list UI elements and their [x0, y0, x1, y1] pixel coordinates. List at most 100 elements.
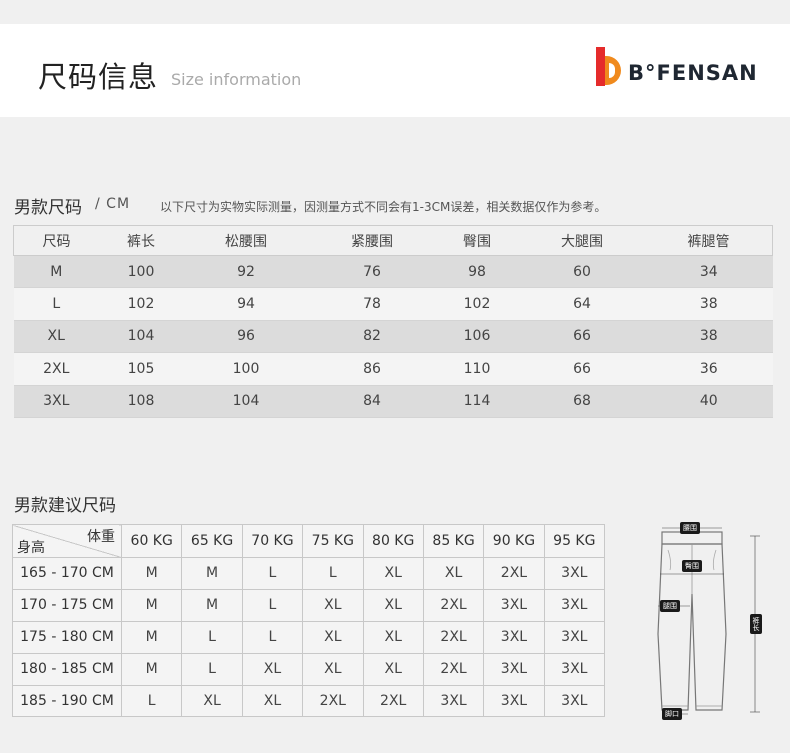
table-cell: 78	[309, 287, 435, 321]
table-cell: M	[120, 620, 183, 654]
table-cell: M	[120, 652, 183, 686]
table-cell: 60	[519, 255, 645, 289]
table-cell: 38	[645, 287, 773, 321]
table-cell: L	[302, 557, 364, 590]
table-cell: M	[120, 557, 183, 590]
table-cell: 2XL	[13, 352, 99, 386]
weight-header: 95 KG	[543, 524, 606, 558]
table-cell: 94	[183, 287, 309, 321]
table-cell: 3XL	[483, 684, 545, 718]
recommend-table: 体重 身高 60 KG 65 KG 70 KG 75 KG 80 KG 85 K…	[12, 524, 606, 718]
table-cell: 110	[435, 352, 519, 386]
table-cell: 3XL	[543, 684, 606, 718]
header-bar: 尺码信息 Size information B°FENSAN	[0, 24, 790, 117]
col-header: 大腿围	[519, 225, 645, 256]
table-row: M 100 92 76 98 60 34	[13, 255, 773, 289]
weight-header: 90 KG	[483, 524, 545, 558]
table-cell: 36	[645, 352, 773, 386]
table-row: 3XL 108 104 84 114 68 40	[13, 385, 773, 418]
table-cell: 3XL	[483, 620, 545, 654]
table-cell: 104	[183, 385, 309, 418]
table-cell: 2XL	[483, 557, 545, 590]
table-row: 2XL 105 100 86 110 66 36	[13, 352, 773, 386]
height-label: 175 - 180 CM	[12, 620, 122, 654]
table-cell: 84	[309, 385, 435, 418]
table-cell: M	[181, 588, 243, 622]
table-cell: L	[241, 557, 304, 590]
men-size-note: 以下尺寸为实物实际测量，因测量方式不同会有1-3CM误差，相关数据仅作为参考。	[160, 200, 607, 214]
table-cell: 66	[519, 320, 645, 354]
brand-name: B°FENSAN	[628, 61, 758, 85]
table-cell: 104	[99, 320, 183, 354]
table-cell: 3XL	[422, 684, 485, 718]
table-cell: 38	[645, 320, 773, 354]
table-cell: 3XL	[483, 652, 545, 686]
table-cell: 3XL	[543, 588, 606, 622]
table-cell: XL	[302, 620, 364, 654]
height-label: 170 - 175 CM	[12, 588, 122, 622]
table-cell: 3XL	[13, 385, 99, 418]
table-cell: 34	[645, 255, 773, 289]
table-row: 170 - 175 CM M M L XL XL 2XL 3XL 3XL	[12, 588, 606, 622]
col-header: 松腰围	[183, 225, 309, 256]
table-cell: L	[120, 684, 183, 718]
table-cell: 2XL	[422, 620, 485, 654]
table-cell: XL	[181, 684, 243, 718]
table-cell: L	[181, 652, 243, 686]
brand-logo: B°FENSAN	[596, 47, 776, 87]
table-row: XL 104 96 82 106 66 38	[13, 320, 773, 354]
size-table-header: 尺码 裤长 松腰围 紧腰围 臀围 大腿围 裤腿管	[13, 225, 773, 256]
height-label: 165 - 170 CM	[12, 557, 122, 590]
hip-label: 臀围	[682, 560, 702, 572]
table-cell: 2XL	[422, 588, 485, 622]
table-row: 185 - 190 CM L XL XL 2XL 2XL 3XL 3XL 3XL	[12, 684, 606, 718]
height-label: 185 - 190 CM	[12, 684, 122, 718]
corner-cell: 体重 身高	[12, 524, 122, 558]
table-cell: 66	[519, 352, 645, 386]
table-cell: XL	[362, 620, 424, 654]
table-cell: 108	[99, 385, 183, 418]
weight-header: 80 KG	[362, 524, 424, 558]
table-cell: 98	[435, 255, 519, 289]
recommend-title: 男款建议尺码	[14, 496, 116, 516]
table-cell: XL	[422, 557, 485, 590]
waist-label: 腰围	[680, 522, 700, 534]
table-cell: 96	[183, 320, 309, 354]
table-cell: 76	[309, 255, 435, 289]
weight-header: 60 KG	[120, 524, 183, 558]
table-cell: XL	[13, 320, 99, 354]
weight-header: 70 KG	[241, 524, 304, 558]
table-cell: XL	[362, 588, 424, 622]
table-cell: 105	[99, 352, 183, 386]
table-cell: 82	[309, 320, 435, 354]
table-cell: 106	[435, 320, 519, 354]
table-cell: 2XL	[362, 684, 424, 718]
table-cell: M	[120, 588, 183, 622]
table-cell: XL	[241, 684, 304, 718]
table-cell: 100	[99, 255, 183, 289]
table-cell: 102	[435, 287, 519, 321]
table-cell: L	[13, 287, 99, 321]
table-cell: XL	[241, 652, 304, 686]
table-cell: 3XL	[543, 557, 606, 590]
table-row: 175 - 180 CM M L L XL XL 2XL 3XL 3XL	[12, 620, 606, 654]
page-subtitle: Size information	[171, 70, 302, 89]
table-cell: 102	[99, 287, 183, 321]
col-header: 紧腰围	[309, 225, 435, 256]
table-cell: 3XL	[543, 652, 606, 686]
table-row: 180 - 185 CM M L XL XL XL 2XL 3XL 3XL	[12, 652, 606, 686]
table-cell: 92	[183, 255, 309, 289]
table-row: 165 - 170 CM M M L L XL XL 2XL 3XL	[12, 557, 606, 590]
table-cell: XL	[302, 588, 364, 622]
page-title: 尺码信息	[38, 60, 159, 94]
men-size-unit: / CM	[95, 196, 131, 212]
weight-header: 65 KG	[181, 524, 243, 558]
table-cell: XL	[362, 557, 424, 590]
col-header: 裤长	[99, 225, 183, 256]
hem-label: 脚口	[662, 708, 682, 720]
table-cell: 3XL	[543, 620, 606, 654]
table-cell: XL	[362, 652, 424, 686]
col-header: 臀围	[435, 225, 519, 256]
size-table: 尺码 裤长 松腰围 紧腰围 臀围 大腿围 裤腿管 M 100 92 76 98 …	[13, 225, 773, 418]
pants-diagram: 腰围 臀围 腿围 裤长 脚口	[640, 514, 780, 726]
